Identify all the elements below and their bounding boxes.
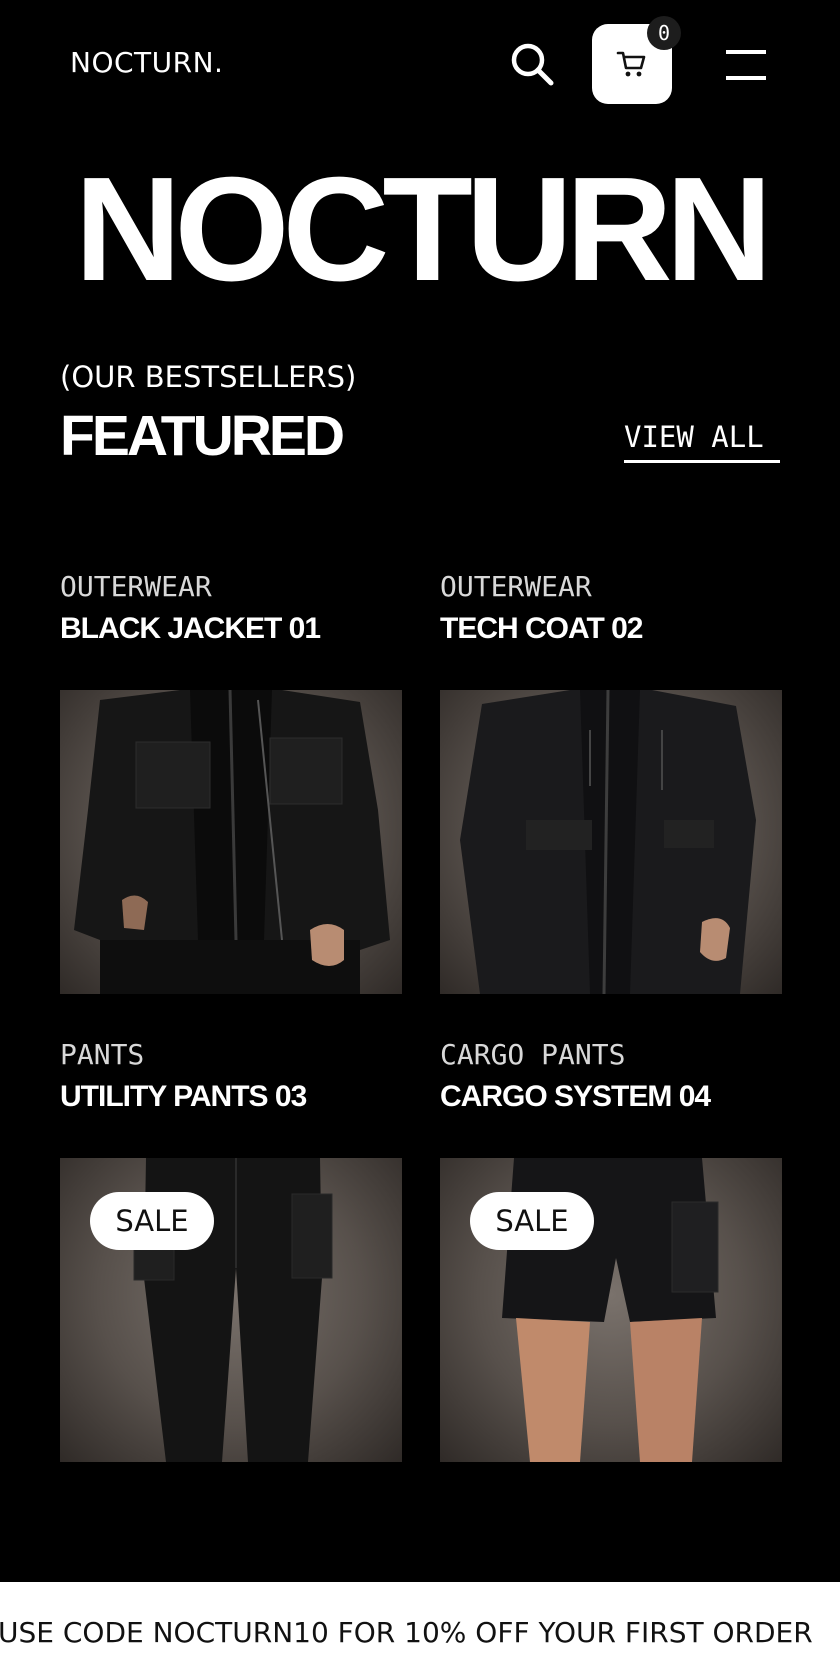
product-category: CARGO PANTS bbox=[440, 1038, 626, 1071]
view-all-link[interactable]: VIEW ALL bbox=[624, 420, 780, 463]
product-category: PANTS bbox=[60, 1038, 145, 1071]
menu-icon-bottom-bar bbox=[726, 76, 766, 80]
menu-icon bbox=[726, 50, 766, 54]
promo-banner: USE CODE NOCTURN10 FOR 10% OFF YOUR FIRS… bbox=[0, 1582, 840, 1680]
section-title: FEATURED bbox=[60, 404, 345, 468]
product-category: OUTERWEAR bbox=[60, 570, 212, 603]
sale-badge: SALE bbox=[90, 1192, 214, 1250]
hero-title: NOCTURN bbox=[74, 147, 773, 312]
product-image[interactable] bbox=[60, 690, 402, 994]
product-image[interactable]: SALE bbox=[440, 1158, 782, 1462]
sale-badge: SALE bbox=[470, 1192, 594, 1250]
cart-count-badge: 0 bbox=[647, 16, 681, 50]
cart-icon bbox=[616, 51, 646, 77]
search-button[interactable] bbox=[508, 40, 556, 88]
product-name[interactable]: CARGO SYSTEM 04 bbox=[440, 1080, 711, 1114]
product-image[interactable] bbox=[440, 690, 782, 994]
search-icon bbox=[511, 43, 554, 86]
product-name[interactable]: TECH COAT 02 bbox=[440, 612, 643, 646]
site-header: NOCTURN. 0 bbox=[0, 0, 840, 130]
product-category: OUTERWEAR bbox=[440, 570, 592, 603]
menu-button[interactable] bbox=[724, 48, 768, 82]
section-subtitle: (OUR BESTSELLERS) bbox=[60, 360, 357, 394]
brand-logo[interactable]: NOCTURN. bbox=[70, 46, 223, 79]
product-image[interactable]: SALE bbox=[60, 1158, 402, 1462]
promo-text: USE CODE NOCTURN10 FOR 10% OFF YOUR FIRS… bbox=[0, 1616, 813, 1649]
product-name[interactable]: UTILITY PANTS 03 bbox=[60, 1080, 307, 1114]
product-name[interactable]: BLACK JACKET 01 bbox=[60, 612, 321, 646]
